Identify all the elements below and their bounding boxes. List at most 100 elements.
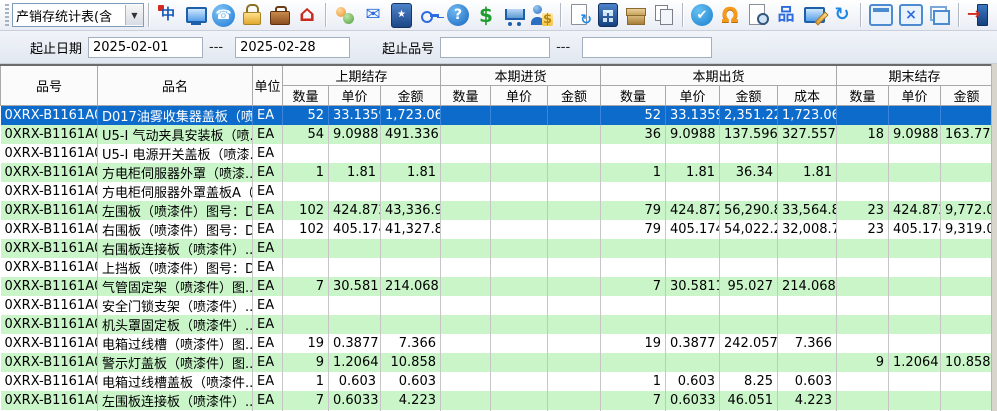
table-row[interactable]: 0XRX-B1161A0...电箱过线槽（喷漆件）图...EA190.38777… [1, 334, 993, 353]
col-header-code[interactable]: 品号 [1, 65, 98, 106]
bell-icon[interactable]: Ω [717, 2, 743, 28]
cell [491, 258, 548, 277]
cell [491, 239, 548, 258]
table-row[interactable]: 0XRX-B1161A0...方电柜伺服器外罩（喷漆...EA11.811.81… [1, 163, 993, 182]
notebook-icon[interactable]: ★ [391, 3, 412, 28]
col-header-amount[interactable]: 金额 [548, 86, 601, 106]
refresh-icon[interactable]: ↻ [829, 2, 855, 28]
monitor-edit-icon[interactable] [801, 2, 827, 28]
table-row[interactable]: 0XRX-B1161A0...右围板（喷漆件）图号：D...EA102405.1… [1, 220, 993, 239]
table-row[interactable]: 0XRX-B1161A0...上挡板（喷漆件）图号：D...EA [1, 258, 993, 277]
col-header-qty[interactable]: 数量 [441, 86, 491, 106]
vertical-scrollbar[interactable] [991, 64, 997, 411]
key-icon[interactable] [417, 2, 443, 28]
report-refresh-icon[interactable]: ↻ [567, 2, 593, 28]
table-row[interactable]: 0XRX-B1161A0...方电柜伺服器外罩盖板A（...EA [1, 182, 993, 201]
col-header-price[interactable]: 单价 [889, 86, 941, 106]
table-row[interactable]: 0XRX-B1161A0...U5-I 电源开关盖板（喷漆...EA [1, 144, 993, 163]
cell [837, 372, 889, 391]
cell: EA [253, 163, 283, 182]
org-chart-icon[interactable]: 品 [773, 2, 799, 28]
users-icon[interactable] [332, 2, 358, 28]
table-row[interactable]: 0XRX-B1161A0...电箱过线槽盖板（喷漆件...EA10.6030.6… [1, 372, 993, 391]
cell: EA [253, 220, 283, 239]
date-to-input[interactable] [235, 37, 350, 58]
item-range-label: 起止品号 [382, 38, 434, 57]
window-icon[interactable] [869, 4, 893, 26]
computer-icon[interactable] [183, 2, 209, 28]
toolbar-gripper[interactable] [5, 4, 9, 26]
phone-icon[interactable]: ☎ [212, 4, 235, 27]
lock-key-icon[interactable] [238, 2, 264, 28]
col-header-amount[interactable]: 金额 [720, 86, 778, 106]
cell: 79 [601, 201, 666, 220]
cell [837, 315, 889, 334]
cell: 上挡板（喷漆件）图号：D... [98, 258, 253, 277]
app-window: 产销存统计表(含 ▼ 中☎⌂✉★?$$↻✔Ω品↻×→ 起止日期 --- 起止品号… [0, 0, 997, 411]
col-header-name[interactable]: 品名 [98, 65, 253, 106]
cell [381, 239, 441, 258]
table-row[interactable]: 0XRX-B1161A0...气管固定架（喷漆件）图...EA730.58112… [1, 277, 993, 296]
cell [441, 106, 491, 126]
col-header-price[interactable]: 单价 [666, 86, 720, 106]
check-icon[interactable]: ✔ [691, 4, 713, 26]
toolbox-icon[interactable] [266, 2, 292, 28]
col-header-amount[interactable]: 金额 [381, 86, 441, 106]
cell: 79 [601, 220, 666, 239]
mail-icon[interactable]: ✉ [360, 2, 386, 28]
col-header-qty[interactable]: 数量 [837, 86, 889, 106]
item-from-input[interactable] [440, 37, 550, 58]
cell [837, 277, 889, 296]
close-window-icon[interactable]: × [899, 4, 923, 26]
col-header-qty[interactable]: 数量 [283, 86, 329, 106]
table-row[interactable]: 0XRX-B1161A0...U5-I 气动夹具安装板（喷...EA549.09… [1, 125, 993, 144]
table-row[interactable]: 0XRX-B1161A0...安全门锁支架（喷漆件）...EA [1, 296, 993, 315]
cell: 23 [837, 220, 889, 239]
cell: EA [253, 315, 283, 334]
cart-icon[interactable] [501, 2, 527, 28]
cell: 0XRX-B1161A0... [1, 353, 98, 372]
col-header-amount[interactable]: 金额 [941, 86, 993, 106]
col-header-price[interactable]: 单价 [491, 86, 548, 106]
item-to-input[interactable] [582, 37, 712, 58]
table-row[interactable]: 0XRX-B1161A0...右围板连接板（喷漆件）...EA [1, 239, 993, 258]
copy-icon[interactable] [651, 2, 677, 28]
cell: 0.603 [381, 372, 441, 391]
cell [548, 125, 601, 144]
col-header-price[interactable]: 单价 [329, 86, 381, 106]
cell: 1.2064 [329, 353, 381, 372]
col-header-unit[interactable]: 单位 [253, 65, 283, 106]
exit-icon[interactable]: → [965, 2, 991, 28]
archive-box-icon[interactable] [623, 2, 649, 28]
help-icon[interactable]: ? [447, 4, 469, 26]
cell: 1.2064 [889, 353, 941, 372]
group-header-purchases: 本期进货 [441, 65, 601, 86]
date-from-input[interactable] [88, 37, 203, 58]
user-dollar-icon[interactable]: $ [529, 2, 555, 28]
cell: 气管固定架（喷漆件）图... [98, 277, 253, 296]
cell: 0XRX-B1161A0... [1, 277, 98, 296]
cell: 1.81 [778, 163, 837, 182]
col-header-cost[interactable]: 成本 [778, 86, 837, 106]
cell [941, 296, 993, 315]
table-row[interactable]: 0XRX-B1161A0...左围板连接板（喷漆件）...EA70.60334.… [1, 391, 993, 410]
cell [381, 258, 441, 277]
data-transfer-icon[interactable]: 中 [155, 2, 181, 28]
calculator-icon[interactable] [598, 3, 618, 27]
cell [491, 296, 548, 315]
table-row[interactable]: 0XRX-B1161A0...左围板（喷漆件）图号：D...EA102424.8… [1, 201, 993, 220]
table-row[interactable]: 0XRX-B1161A0...机头罩固定板（喷漆件）...EA [1, 315, 993, 334]
cell: 36 [601, 125, 666, 144]
col-header-qty[interactable]: 数量 [601, 86, 666, 106]
dollar-icon[interactable]: $ [473, 2, 499, 28]
table-row[interactable]: 0XRX-B1161A0...D017油雾收集器盖板（喷...EA5233.13… [1, 106, 993, 126]
cell: 0XRX-B1161A0... [1, 239, 98, 258]
report-type-dropdown[interactable]: 产销存统计表(含 ▼ [12, 3, 144, 27]
home-icon[interactable]: ⌂ [294, 2, 320, 28]
table-row[interactable]: 0XRX-B1161A0...警示灯盖板（喷漆件）图...EA91.206410… [1, 353, 993, 372]
cascade-windows-icon[interactable] [927, 2, 953, 28]
chevron-down-icon[interactable]: ▼ [125, 5, 143, 25]
search-document-icon[interactable] [745, 2, 771, 28]
cell: 0XRX-B1161A0... [1, 315, 98, 334]
cell: 左围板（喷漆件）图号：D... [98, 201, 253, 220]
